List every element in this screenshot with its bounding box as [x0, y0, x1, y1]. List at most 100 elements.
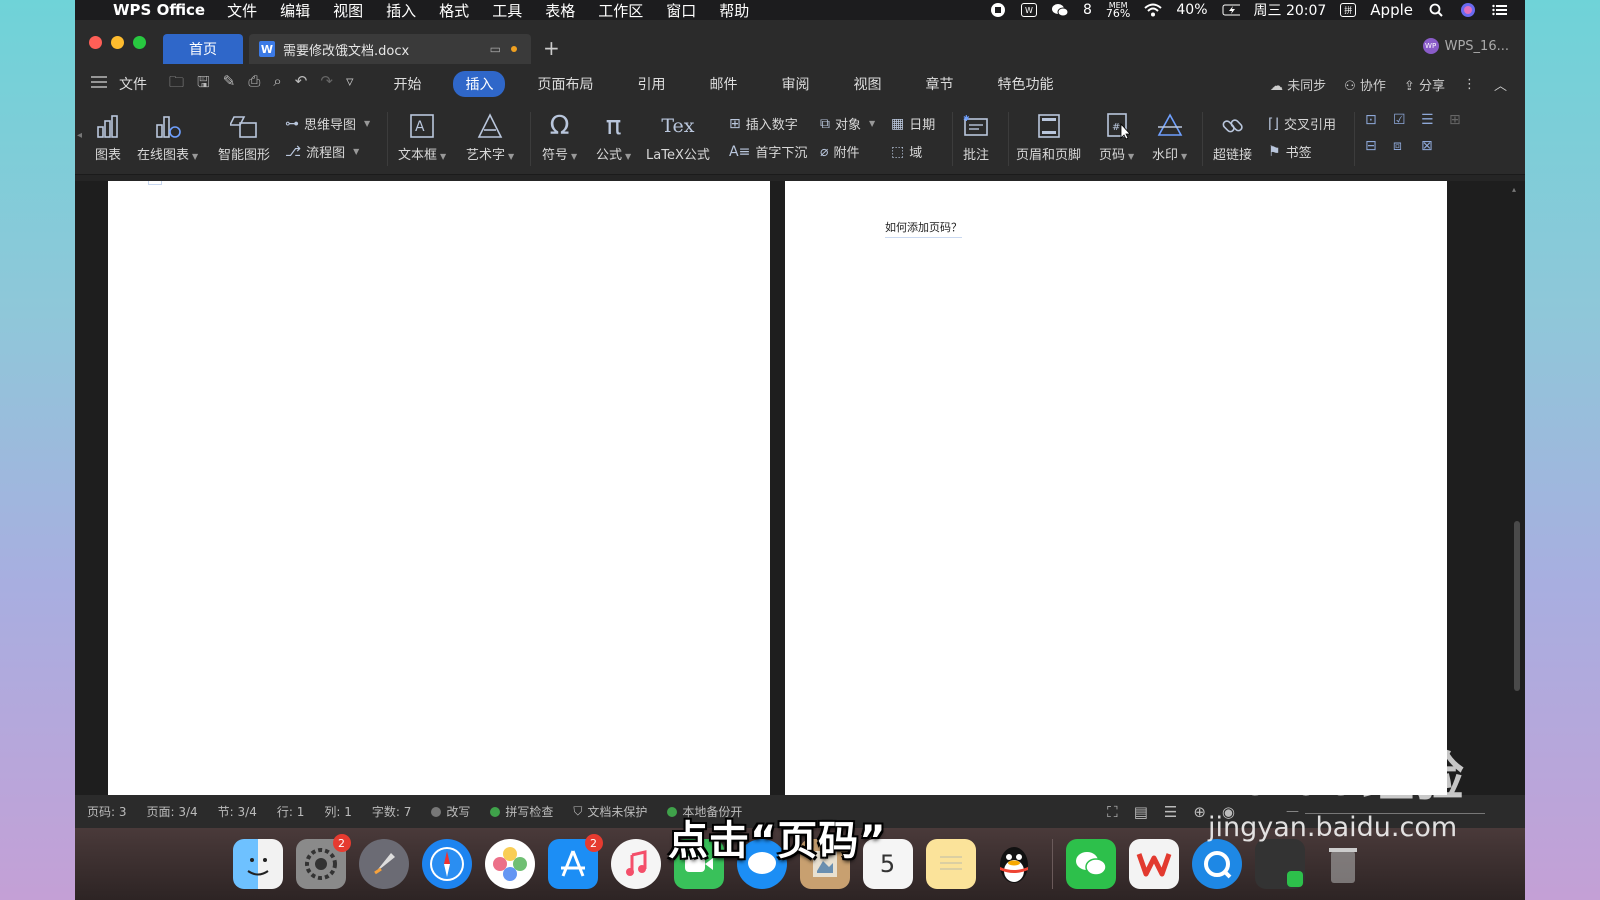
cross-reference-button[interactable]: ⌈⌋ 交叉引用 — [1268, 114, 1336, 134]
wordart-button[interactable]: 艺术字 ▼ — [466, 110, 514, 163]
account-button[interactable]: WP WPS_16... — [1422, 38, 1509, 54]
wps-office-icon[interactable] — [1128, 839, 1179, 889]
menu-window[interactable]: 窗口 — [666, 0, 696, 21]
overwrite-toggle[interactable]: 改写 — [431, 803, 470, 820]
spellcheck-toggle[interactable]: 拼写检查 — [490, 803, 553, 820]
header-footer-button[interactable]: 页眉和页脚 — [1016, 110, 1081, 163]
mind-map-button[interactable]: ⊶ 思维导图 ▼ — [285, 114, 370, 134]
file-menu-button[interactable]: 文件 — [119, 74, 147, 94]
qq-icon[interactable] — [989, 839, 1039, 889]
combo-box-icon[interactable]: ⊟ — [1365, 138, 1385, 154]
page-number-button[interactable]: # 页码 ▼ — [1099, 110, 1134, 163]
dropdown-field-icon[interactable]: ☰ — [1421, 112, 1441, 128]
bookmark-button[interactable]: ⚑ 书签 — [1268, 142, 1312, 162]
document-page-right[interactable]: 如何添加页码？ — [785, 181, 1447, 795]
zoom-window-button[interactable] — [133, 35, 146, 49]
menu-format[interactable]: 格式 — [439, 0, 469, 21]
print-preview-icon[interactable]: ⌕ — [273, 72, 281, 97]
unsync-button[interactable]: ☁ 未同步 — [1270, 75, 1326, 94]
app-name-menu[interactable]: WPS Office — [113, 1, 205, 19]
comment-button[interactable]: ✱ 批注 — [963, 110, 989, 163]
drop-cap-button[interactable]: A≡ 首字下沉 — [729, 142, 807, 162]
clock[interactable]: 周三 20:07 — [1254, 0, 1327, 20]
online-chart-button[interactable]: 在线图表 ▼ — [137, 110, 198, 163]
menu-edit[interactable]: 编辑 — [280, 0, 310, 21]
text-form-field-icon[interactable]: ⊡ — [1365, 112, 1385, 128]
dropdown-caret-icon[interactable]: ▼ — [1181, 152, 1187, 161]
siri-icon[interactable] — [1459, 3, 1477, 17]
dropdown-caret-icon[interactable]: ▼ — [508, 152, 514, 161]
notes-icon[interactable] — [925, 839, 976, 889]
flowchart-button[interactable]: ⎇ 流程图 ▼ — [285, 142, 359, 162]
undo-icon[interactable]: ↶ — [295, 72, 308, 97]
launchpad-icon[interactable] — [358, 839, 409, 889]
symbol-button[interactable]: Ω 符号 ▼ — [542, 110, 577, 163]
tab-view[interactable]: 视图 — [841, 71, 893, 97]
spotlight-search-icon[interactable] — [1427, 3, 1445, 17]
quicktime-icon[interactable] — [1191, 839, 1242, 889]
status-section[interactable]: 节: 3/4 — [218, 803, 257, 820]
watermark-button[interactable]: 水印 ▼ — [1152, 110, 1187, 163]
formula-button[interactable]: π 公式 ▼ — [596, 110, 631, 163]
scrollbar-thumb[interactable] — [1514, 521, 1520, 691]
more-icon[interactable]: ⋮ — [1463, 77, 1476, 92]
outline-view-icon[interactable]: ☰ — [1164, 803, 1177, 821]
minimized-window-icon[interactable] — [1254, 839, 1305, 889]
minimize-window-button[interactable] — [111, 35, 124, 49]
menu-table[interactable]: 表格 — [545, 0, 575, 21]
tab-references[interactable]: 引用 — [625, 71, 677, 97]
hyperlink-button[interactable]: 超链接 — [1213, 110, 1252, 163]
tab-special-features[interactable]: 特色功能 — [985, 71, 1065, 97]
photos-icon[interactable] — [484, 839, 535, 889]
dropdown-caret-icon[interactable]: ▼ — [440, 152, 446, 161]
tab-mailings[interactable]: 邮件 — [697, 71, 749, 97]
latex-button[interactable]: Tex LaTeX公式 — [646, 110, 710, 163]
tab-document[interactable]: W 需要修改饿文档.docx ▭ — [249, 34, 531, 64]
tab-page-layout[interactable]: 页面布局 — [525, 71, 605, 97]
input-method-icon[interactable]: 拼 — [1340, 3, 1357, 17]
status-page[interactable]: 页面: 3/4 — [147, 803, 198, 820]
field-button[interactable]: ⬚ 域 — [891, 142, 922, 162]
dropdown-caret-icon[interactable]: ▼ — [353, 147, 359, 156]
memory-indicator[interactable]: MEM 76% — [1106, 1, 1130, 19]
dropdown-caret-icon[interactable]: ▼ — [869, 119, 875, 128]
user-menu[interactable]: Apple — [1370, 1, 1413, 19]
close-window-button[interactable] — [89, 35, 102, 49]
open-folder-icon[interactable]: 🗀 — [169, 72, 184, 97]
textbox-button[interactable]: A 文本框 ▼ — [398, 110, 446, 163]
wifi-icon[interactable] — [1144, 3, 1163, 17]
wps-status-icon[interactable]: W — [1021, 3, 1037, 17]
menu-insert[interactable]: 插入 — [386, 0, 416, 21]
music-icon[interactable] — [610, 839, 661, 889]
safari-icon[interactable] — [421, 839, 472, 889]
smart-shape-button[interactable]: 智能图形 — [218, 110, 270, 163]
document-page-left[interactable] — [108, 181, 770, 795]
ribbon-scroll-left-icon[interactable]: ◂ — [77, 130, 82, 141]
save-icon[interactable]: 🖫 — [197, 72, 210, 97]
vertical-scrollbar[interactable]: ▴ — [1512, 181, 1522, 795]
date-field-icon[interactable]: ⊠ — [1421, 138, 1441, 154]
notification-center-icon[interactable] — [1491, 3, 1509, 17]
menu-tools[interactable]: 工具 — [492, 0, 522, 21]
attachment-button[interactable]: ⌀ 附件 — [820, 142, 859, 162]
system-preferences-icon[interactable]: 2 — [295, 834, 351, 889]
dropdown-caret-icon[interactable]: ▼ — [625, 152, 631, 161]
object-button[interactable]: ⧉ 对象 ▼ — [820, 114, 875, 134]
battery-icon[interactable] — [1222, 3, 1240, 17]
menu-view[interactable]: 视图 — [333, 0, 363, 21]
chart-button[interactable]: 图表 — [95, 110, 121, 163]
dropdown-caret-icon[interactable]: ▼ — [364, 119, 370, 128]
finder-icon[interactable] — [232, 839, 283, 889]
menu-file[interactable]: 文件 — [227, 0, 257, 21]
tab-home[interactable]: 首页 — [163, 34, 243, 64]
wechat-status-icon[interactable] — [1051, 3, 1069, 17]
dropdown-caret-icon[interactable]: ▼ — [192, 152, 198, 161]
print-icon[interactable]: ⎙ — [248, 72, 260, 97]
wechat-icon[interactable] — [1065, 839, 1116, 889]
trash-icon[interactable] — [1318, 839, 1368, 889]
dropdown-caret-icon[interactable]: ▼ — [571, 152, 577, 161]
scroll-up-icon[interactable]: ▴ — [1512, 185, 1516, 194]
tab-insert[interactable]: 插入 — [453, 71, 506, 97]
fullscreen-icon[interactable]: ⛶ — [1107, 803, 1118, 821]
tab-start[interactable]: 开始 — [381, 71, 433, 97]
